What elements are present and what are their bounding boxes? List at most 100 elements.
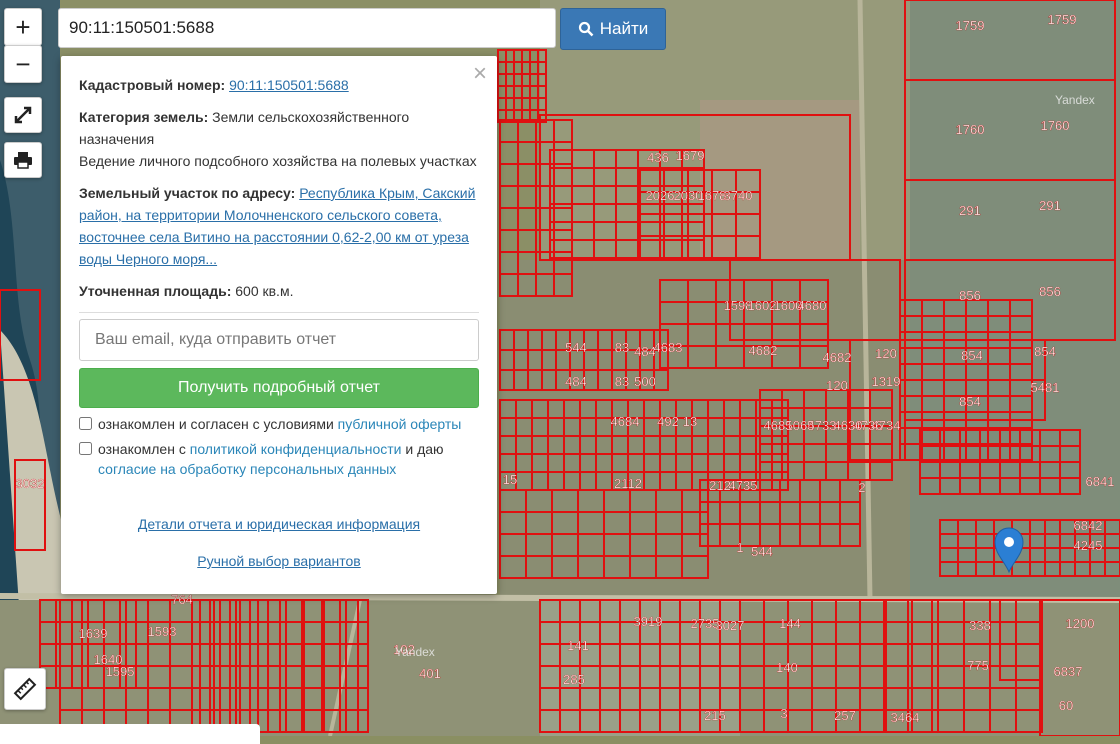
parcel-label: 257 xyxy=(834,708,856,723)
parcel-label: 401 xyxy=(419,666,441,681)
parcel-label: 544 xyxy=(565,340,587,355)
parcel-label: 492 xyxy=(657,414,679,429)
offer-consent-row: ознакомлен и согласен с условиями публич… xyxy=(79,414,479,434)
land-category-row: Категория земель: Земли сельскохозяйстве… xyxy=(79,106,479,172)
land-category-label: Категория земель: xyxy=(79,109,209,125)
parcel-label: 544 xyxy=(751,544,773,559)
privacy-consent-row: ознакомлен с политикой конфиденциальност… xyxy=(79,439,479,479)
details-row: Детали отчета и юридическая информация xyxy=(79,513,479,535)
parcel-label: 1 xyxy=(736,540,743,555)
privacy-policy-link[interactable]: политикой конфиденциальности xyxy=(190,441,402,457)
land-use-value: Ведение личного подсобного хозяйства на … xyxy=(79,153,477,169)
parcel-label: 3032 xyxy=(16,476,45,491)
parcel-label: 1319 xyxy=(872,374,901,389)
parcel-label: 1593 xyxy=(148,624,177,639)
parcel-label: 120 xyxy=(875,346,897,361)
area-value: 600 кв.м. xyxy=(235,283,294,299)
parcel-label: 2 xyxy=(858,480,865,495)
cadastral-number-row: Кадастровый номер: 90:11:150501:5688 xyxy=(79,74,479,96)
address-label: Земельный участок по адресу: xyxy=(79,185,296,201)
parcel-label: 140 xyxy=(776,660,798,675)
address-row: Земельный участок по адресу: Республика … xyxy=(79,182,479,270)
parcel-label: 1200 xyxy=(1066,616,1095,631)
zoom-in-button[interactable]: + xyxy=(4,8,42,46)
zoom-out-button[interactable]: − xyxy=(4,45,42,83)
parcel-label: 4685 xyxy=(764,418,793,433)
close-icon[interactable]: × xyxy=(473,62,487,86)
search-icon xyxy=(578,21,594,37)
parcel-label: 4680 xyxy=(798,298,827,313)
parcel-label: 215 xyxy=(704,708,726,723)
zoom-in-label: + xyxy=(15,11,31,42)
parcel-label: 484 xyxy=(565,374,587,389)
parcel-label: 83 xyxy=(615,374,629,389)
print-button[interactable] xyxy=(4,142,42,178)
parcel-label: 3919 xyxy=(634,614,663,629)
parcel-label: 4683 xyxy=(654,340,683,355)
divider xyxy=(79,312,479,313)
parcel-label: 1679 xyxy=(676,148,705,163)
parcel-label: 3464 xyxy=(891,710,920,725)
cadastral-number-link[interactable]: 90:11:150501:5688 xyxy=(229,77,349,93)
parcel-label: 60 xyxy=(1059,698,1073,713)
public-offer-link[interactable]: публичной оферты xyxy=(338,416,462,432)
print-icon xyxy=(14,152,32,169)
parcel-label: 2026 xyxy=(646,188,675,203)
parcel-info-popup: × Кадастровый номер: 90:11:150501:5688 К… xyxy=(61,56,497,594)
parcel-label: 144 xyxy=(779,616,801,631)
find-button-label: Найти xyxy=(599,19,649,38)
parcel-label: 775 xyxy=(967,658,989,673)
parcel-label: 1760 xyxy=(956,122,985,137)
find-button[interactable]: Найти xyxy=(560,8,666,50)
parcel-label: 1759 xyxy=(956,18,985,33)
ruler-button[interactable] xyxy=(4,668,46,710)
parcel-label: 291 xyxy=(959,203,981,218)
parcel-label: 1602 xyxy=(748,298,777,313)
parcel-label: 3740 xyxy=(724,188,753,203)
parcel-label: 15 xyxy=(503,472,517,487)
parcel-label: 854 xyxy=(959,394,981,409)
parcel-label: 4630 xyxy=(834,418,863,433)
parcel-label: 285 xyxy=(563,672,585,687)
parcel-label: 1595 xyxy=(106,664,135,679)
parcel-label: 500 xyxy=(634,374,656,389)
report-details-link[interactable]: Детали отчета и юридическая информация xyxy=(138,516,420,532)
area-row: Уточненная площадь: 600 кв.м. xyxy=(79,280,479,302)
manual-selection-link[interactable]: Ручной выбор вариантов xyxy=(197,553,361,569)
cadastral-search-input[interactable] xyxy=(58,8,556,48)
map-watermark: Yandex xyxy=(1055,93,1095,107)
parcel-label: 4735 xyxy=(729,478,758,493)
parcel-label: 1760 xyxy=(1041,118,1070,133)
parcel-label: 13 xyxy=(683,414,697,429)
privacy-consent-text: ознакомлен с xyxy=(98,441,190,457)
parcel-label: 854 xyxy=(961,348,983,363)
manual-row: Ручной выбор вариантов xyxy=(79,550,479,572)
parcel-label: 1639 xyxy=(79,626,108,641)
bottom-panel xyxy=(0,724,260,744)
parcel-label: 6842 xyxy=(1074,518,1103,533)
parcel-label: 5481 xyxy=(1031,380,1060,395)
privacy-consent-checkbox[interactable] xyxy=(79,442,92,455)
parcel-label: 6841 xyxy=(1086,474,1115,489)
expand-icon xyxy=(14,106,32,124)
parcel-label: 4682 xyxy=(823,350,852,365)
parcel-label: 1759 xyxy=(1048,12,1077,27)
email-field[interactable] xyxy=(79,319,479,361)
map-watermark-2: Yandex xyxy=(395,645,435,659)
parcel-label: 120 xyxy=(826,378,848,393)
parcel-label: 338 xyxy=(969,618,991,633)
fullscreen-button[interactable] xyxy=(4,97,42,133)
parcel-label: 2112 xyxy=(614,476,642,491)
personal-data-consent-link[interactable]: согласие на обработку персональных данны… xyxy=(98,461,396,477)
offer-consent-checkbox[interactable] xyxy=(79,417,92,430)
parcel-label: 6837 xyxy=(1054,664,1083,679)
get-report-button[interactable]: Получить подробный отчет xyxy=(79,368,479,408)
parcel-label: 4684 xyxy=(611,414,640,429)
parcel-label: 856 xyxy=(959,288,981,303)
parcel-label: 854 xyxy=(1034,344,1056,359)
parcel-label: 764 xyxy=(171,592,193,607)
privacy-consent-mid: и даю xyxy=(401,441,444,457)
parcel-label: 4682 xyxy=(749,343,778,358)
zoom-out-label: − xyxy=(15,48,31,79)
area-label: Уточненная площадь: xyxy=(79,283,232,299)
